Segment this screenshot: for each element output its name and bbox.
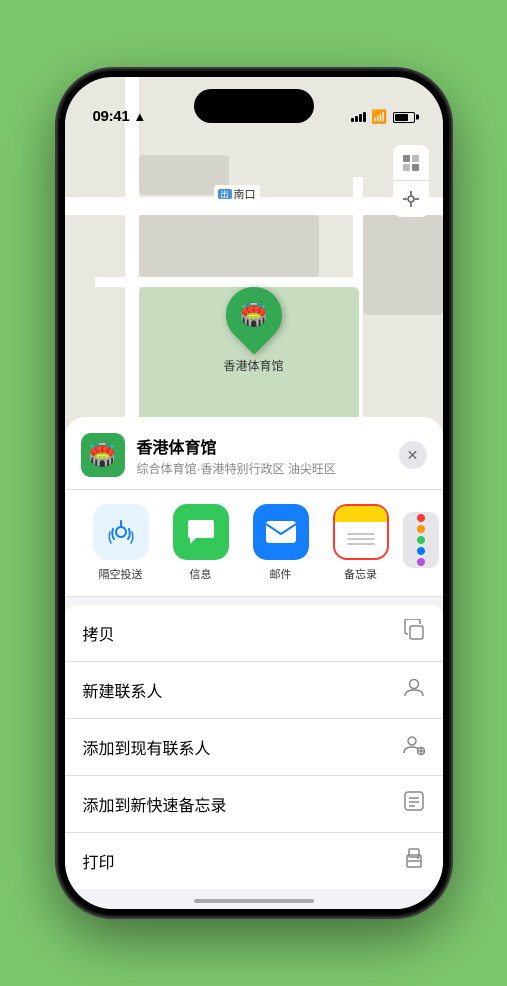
action-print-label: 打印	[83, 849, 115, 873]
map-type-button[interactable]	[393, 145, 429, 181]
venue-subtitle: 综合体育馆·香港特别行政区 油尖旺区	[137, 460, 399, 477]
airdrop-icon-wrap	[93, 504, 149, 560]
add-contact-icon	[403, 733, 425, 761]
location-icon: ▲	[133, 109, 146, 124]
map-controls	[393, 145, 429, 217]
airdrop-icon	[106, 517, 136, 547]
action-quick-note[interactable]: 添加到新快速备忘录	[65, 776, 443, 833]
message-label: 信息	[190, 566, 212, 582]
marker-label: 香港体育馆	[224, 357, 284, 374]
notes-line	[347, 543, 375, 545]
signal-bars	[351, 112, 366, 122]
mail-icon	[265, 520, 297, 544]
marker-pin: 🏟️	[214, 275, 293, 354]
action-new-contact-label: 新建联系人	[83, 678, 163, 702]
mail-icon-wrap	[253, 504, 309, 560]
action-copy-label: 拷贝	[83, 621, 115, 645]
home-indicator	[194, 899, 314, 903]
print-icon	[403, 847, 425, 875]
bottom-sheet: 🏟️ 香港体育馆 综合体育馆·香港特别行政区 油尖旺区 ✕	[65, 417, 443, 909]
notes-icon-wrap	[333, 504, 389, 560]
airdrop-label: 隔空投送	[99, 566, 143, 582]
share-row: 隔空投送 信息	[65, 490, 443, 597]
stadium-marker[interactable]: 🏟️ 香港体育馆	[224, 287, 284, 374]
venue-name: 香港体育馆	[137, 434, 399, 458]
battery-icon	[393, 112, 415, 123]
dot-green	[417, 536, 425, 544]
share-item-notes[interactable]: 备忘录	[321, 504, 401, 582]
status-icons: 📶	[351, 109, 414, 125]
dot-blue	[417, 547, 425, 555]
status-time: 09:41	[93, 108, 130, 125]
dynamic-island	[194, 89, 314, 123]
action-print[interactable]: 打印	[65, 833, 443, 889]
venue-info: 香港体育馆 综合体育馆·香港特别行政区 油尖旺区	[137, 434, 399, 477]
dot-purple	[417, 558, 425, 566]
more-icon-wrap	[403, 512, 439, 568]
share-item-more[interactable]	[401, 512, 441, 574]
exit-icon: 出	[218, 189, 232, 199]
action-quick-note-label: 添加到新快速备忘录	[83, 792, 227, 816]
message-icon	[186, 518, 216, 546]
new-contact-icon	[403, 676, 425, 704]
more-dots	[415, 512, 427, 568]
battery-fill	[395, 114, 409, 121]
signal-bar-2	[355, 116, 358, 122]
phone-frame: 09:41 ▲ 📶	[59, 71, 449, 915]
notes-line	[347, 533, 375, 535]
quick-note-icon	[403, 790, 425, 818]
map-block	[363, 215, 443, 315]
action-copy[interactable]: 拷贝	[65, 605, 443, 662]
notes-label: 备忘录	[344, 566, 377, 582]
action-add-to-contact[interactable]: 添加到现有联系人	[65, 719, 443, 776]
message-icon-wrap	[173, 504, 229, 560]
signal-bar-4	[363, 112, 366, 122]
action-new-contact[interactable]: 新建联系人	[65, 662, 443, 719]
action-add-contact-label: 添加到现有联系人	[83, 735, 211, 759]
notes-lines	[347, 533, 375, 545]
dot-orange	[417, 525, 425, 533]
close-button[interactable]: ✕	[399, 441, 427, 469]
sheet-header: 🏟️ 香港体育馆 综合体育馆·香港特别行政区 油尖旺区 ✕	[65, 417, 443, 490]
map-block	[139, 215, 319, 277]
dot-red	[417, 514, 425, 522]
signal-bar-1	[351, 118, 354, 122]
wifi-icon: 📶	[371, 109, 387, 125]
location-button[interactable]	[393, 181, 429, 217]
share-item-message[interactable]: 信息	[161, 504, 241, 582]
share-item-airdrop[interactable]: 隔空投送	[81, 504, 161, 582]
venue-icon: 🏟️	[81, 433, 125, 477]
map-label-nankou: 出 南口	[214, 185, 260, 203]
signal-bar-3	[359, 114, 362, 122]
mail-label: 邮件	[270, 566, 292, 582]
action-list: 拷贝 新建联系人	[65, 605, 443, 889]
copy-icon	[403, 619, 425, 647]
notes-line	[347, 538, 375, 540]
stadium-icon: 🏟️	[240, 302, 267, 328]
phone-screen: 09:41 ▲ 📶	[65, 77, 443, 909]
share-item-mail[interactable]: 邮件	[241, 504, 321, 582]
